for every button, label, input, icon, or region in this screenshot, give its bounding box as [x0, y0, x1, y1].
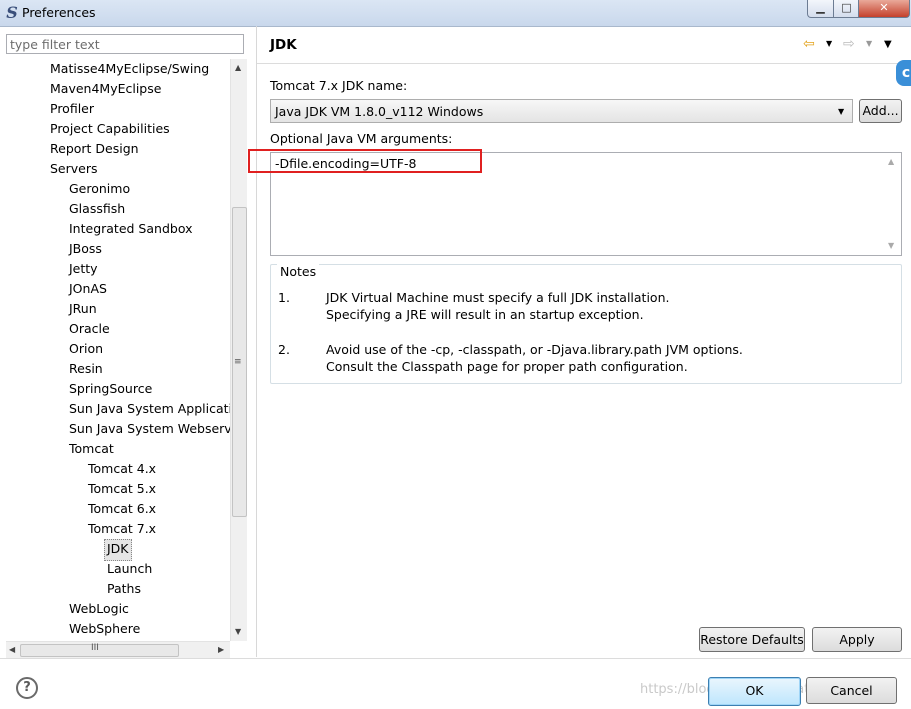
tree-item[interactable]: Sun Java System Application Server: [69, 399, 230, 419]
forward-arrow-icon[interactable]: ⇨: [843, 36, 855, 52]
tree-item[interactable]: Tomcat 5.x: [88, 479, 156, 499]
scroll-grip-icon: ≡: [234, 357, 242, 367]
tree-item[interactable]: JBoss: [69, 239, 102, 259]
vm-args-label: Optional Java VM arguments:: [270, 131, 453, 146]
tree-item[interactable]: JRun: [69, 299, 97, 319]
note-text: JDK Virtual Machine must specify a full …: [326, 290, 670, 305]
note-text: Consult the Classpath page for proper pa…: [326, 359, 688, 374]
header-separator: [257, 63, 911, 64]
tree-item[interactable]: Orion: [69, 339, 103, 359]
close-button[interactable]: ✕: [858, 0, 910, 18]
jdk-name-select[interactable]: Java JDK VM 1.8.0_v112 Windows ▼: [270, 99, 853, 123]
hscroll-grip-icon: III: [91, 643, 99, 653]
scroll-down-icon[interactable]: ▼: [888, 241, 894, 250]
footer-separator: [0, 658, 911, 659]
tree-item[interactable]: SpringSource: [69, 379, 152, 399]
apply-button[interactable]: Apply: [812, 627, 902, 652]
cancel-button[interactable]: Cancel: [806, 677, 897, 704]
scroll-left-icon[interactable]: ◀: [9, 645, 15, 654]
tree-item[interactable]: Matisse4MyEclipse/Swing: [50, 59, 209, 79]
tree-item[interactable]: Tomcat 4.x: [88, 459, 156, 479]
note-number: 1.: [278, 290, 290, 305]
window-title: Preferences: [22, 5, 96, 20]
help-icon[interactable]: ?: [16, 677, 38, 699]
preferences-tree: Matisse4MyEclipse/Swing Maven4MyEclipse Pr…: [0, 59, 230, 641]
tree-vertical-scrollbar[interactable]: ▲ ≡ ▼: [230, 59, 247, 641]
ok-button[interactable]: OK: [708, 677, 801, 706]
forward-history-dropdown-icon[interactable]: ▼: [866, 39, 872, 48]
restore-defaults-button[interactable]: Restore Defaults: [699, 627, 805, 652]
maximize-button[interactable]: □: [833, 0, 860, 18]
tree-item[interactable]: Jetty: [69, 259, 98, 279]
tree-item-selected[interactable]: JDK: [104, 539, 132, 561]
note-text: Specifying a JRE will result in an start…: [326, 307, 644, 322]
pane-divider[interactable]: [256, 26, 257, 657]
edge-badge-icon[interactable]: c: [896, 60, 911, 86]
tree-item[interactable]: Geronimo: [69, 179, 130, 199]
tree-item[interactable]: Glassfish: [69, 199, 125, 219]
tree-item[interactable]: Servers: [50, 159, 98, 179]
view-menu-icon[interactable]: ▼: [884, 39, 892, 50]
scroll-right-icon[interactable]: ▶: [218, 645, 224, 654]
note-text: Avoid use of the -cp, -classpath, or -Dj…: [326, 342, 743, 357]
tree-item[interactable]: Profiler: [50, 99, 94, 119]
vm-args-scrollbar[interactable]: ▲ ▼: [884, 153, 901, 255]
tree-item[interactable]: Resin: [69, 359, 103, 379]
tree-item[interactable]: Project Capabilities: [50, 119, 170, 139]
back-arrow-icon[interactable]: ⇦: [803, 36, 815, 52]
tree-item[interactable]: Report Design: [50, 139, 139, 159]
jdk-selected-value: Java JDK VM 1.8.0_v112 Windows: [275, 104, 484, 119]
annotation-highlight-box: [248, 149, 482, 173]
note-number: 2.: [278, 342, 290, 357]
tree-item[interactable]: WebSphere: [69, 619, 140, 639]
add-jdk-button[interactable]: Add...: [859, 99, 902, 123]
tree-item[interactable]: Tomcat: [69, 439, 114, 459]
notes-title: Notes: [277, 264, 320, 279]
tree-item[interactable]: Sun Java System Webserver: [69, 419, 230, 439]
tree-item[interactable]: Tomcat 6.x: [88, 499, 156, 519]
tree-item[interactable]: Paths: [107, 579, 141, 599]
tree-item[interactable]: JOnAS: [69, 279, 107, 299]
tree-item[interactable]: Launch: [107, 559, 152, 579]
minimize-button[interactable]: ▁: [807, 0, 834, 18]
title-bar: S Preferences ▁ □ ✕: [0, 0, 911, 27]
scroll-up-icon[interactable]: ▲: [235, 63, 241, 72]
tree-item[interactable]: Maven4MyEclipse: [50, 79, 161, 99]
horizontal-scroll-thumb[interactable]: III: [20, 643, 179, 657]
chevron-down-icon[interactable]: ▼: [838, 107, 844, 116]
filter-input[interactable]: [6, 34, 244, 54]
tree-horizontal-scrollbar[interactable]: ◀ III ▶: [6, 641, 230, 658]
page-title: JDK: [270, 37, 297, 53]
tree-item[interactable]: Tomcat 7.x: [88, 519, 156, 539]
back-history-dropdown-icon[interactable]: ▼: [826, 39, 832, 48]
scroll-up-icon[interactable]: ▲: [888, 157, 894, 166]
app-icon: S: [6, 3, 18, 22]
scroll-down-icon[interactable]: ▼: [235, 627, 241, 636]
tree-item[interactable]: Integrated Sandbox: [69, 219, 192, 239]
jdk-name-label: Tomcat 7.x JDK name:: [270, 78, 408, 93]
tree-item[interactable]: Oracle: [69, 319, 110, 339]
tree-item[interactable]: WebLogic: [69, 599, 129, 619]
